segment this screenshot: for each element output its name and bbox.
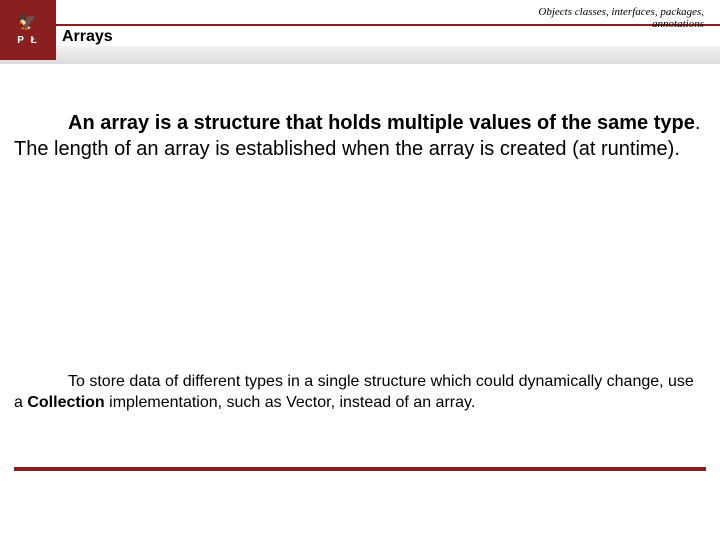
header-shadow (0, 46, 720, 64)
breadcrumb-line-1: Objects classes, interfaces, packages, (538, 6, 704, 18)
logo-letters: P Ł (17, 35, 38, 46)
paragraph-2: To store data of different types in a si… (14, 372, 706, 414)
p2-bold: Collection (27, 394, 104, 411)
eagle-icon: 🦅 (17, 15, 39, 31)
page-title: Arrays (62, 28, 113, 46)
footer-rule (14, 467, 706, 471)
body: An array is a structure that holds multi… (14, 110, 706, 414)
slide: 🦅 P Ł Objects classes, interfaces, packa… (0, 0, 720, 540)
paragraph-1: An array is a structure that holds multi… (14, 110, 706, 162)
p1-lead: An array is a structure that holds multi… (68, 112, 695, 134)
p2-post: implementation, such as Vector, instead … (105, 394, 476, 411)
breadcrumb: Objects classes, interfaces, packages, a… (538, 6, 704, 30)
breadcrumb-line-2: annotations (538, 18, 704, 30)
header: 🦅 P Ł Objects classes, interfaces, packa… (0, 0, 720, 60)
university-logo: 🦅 P Ł (0, 0, 56, 60)
